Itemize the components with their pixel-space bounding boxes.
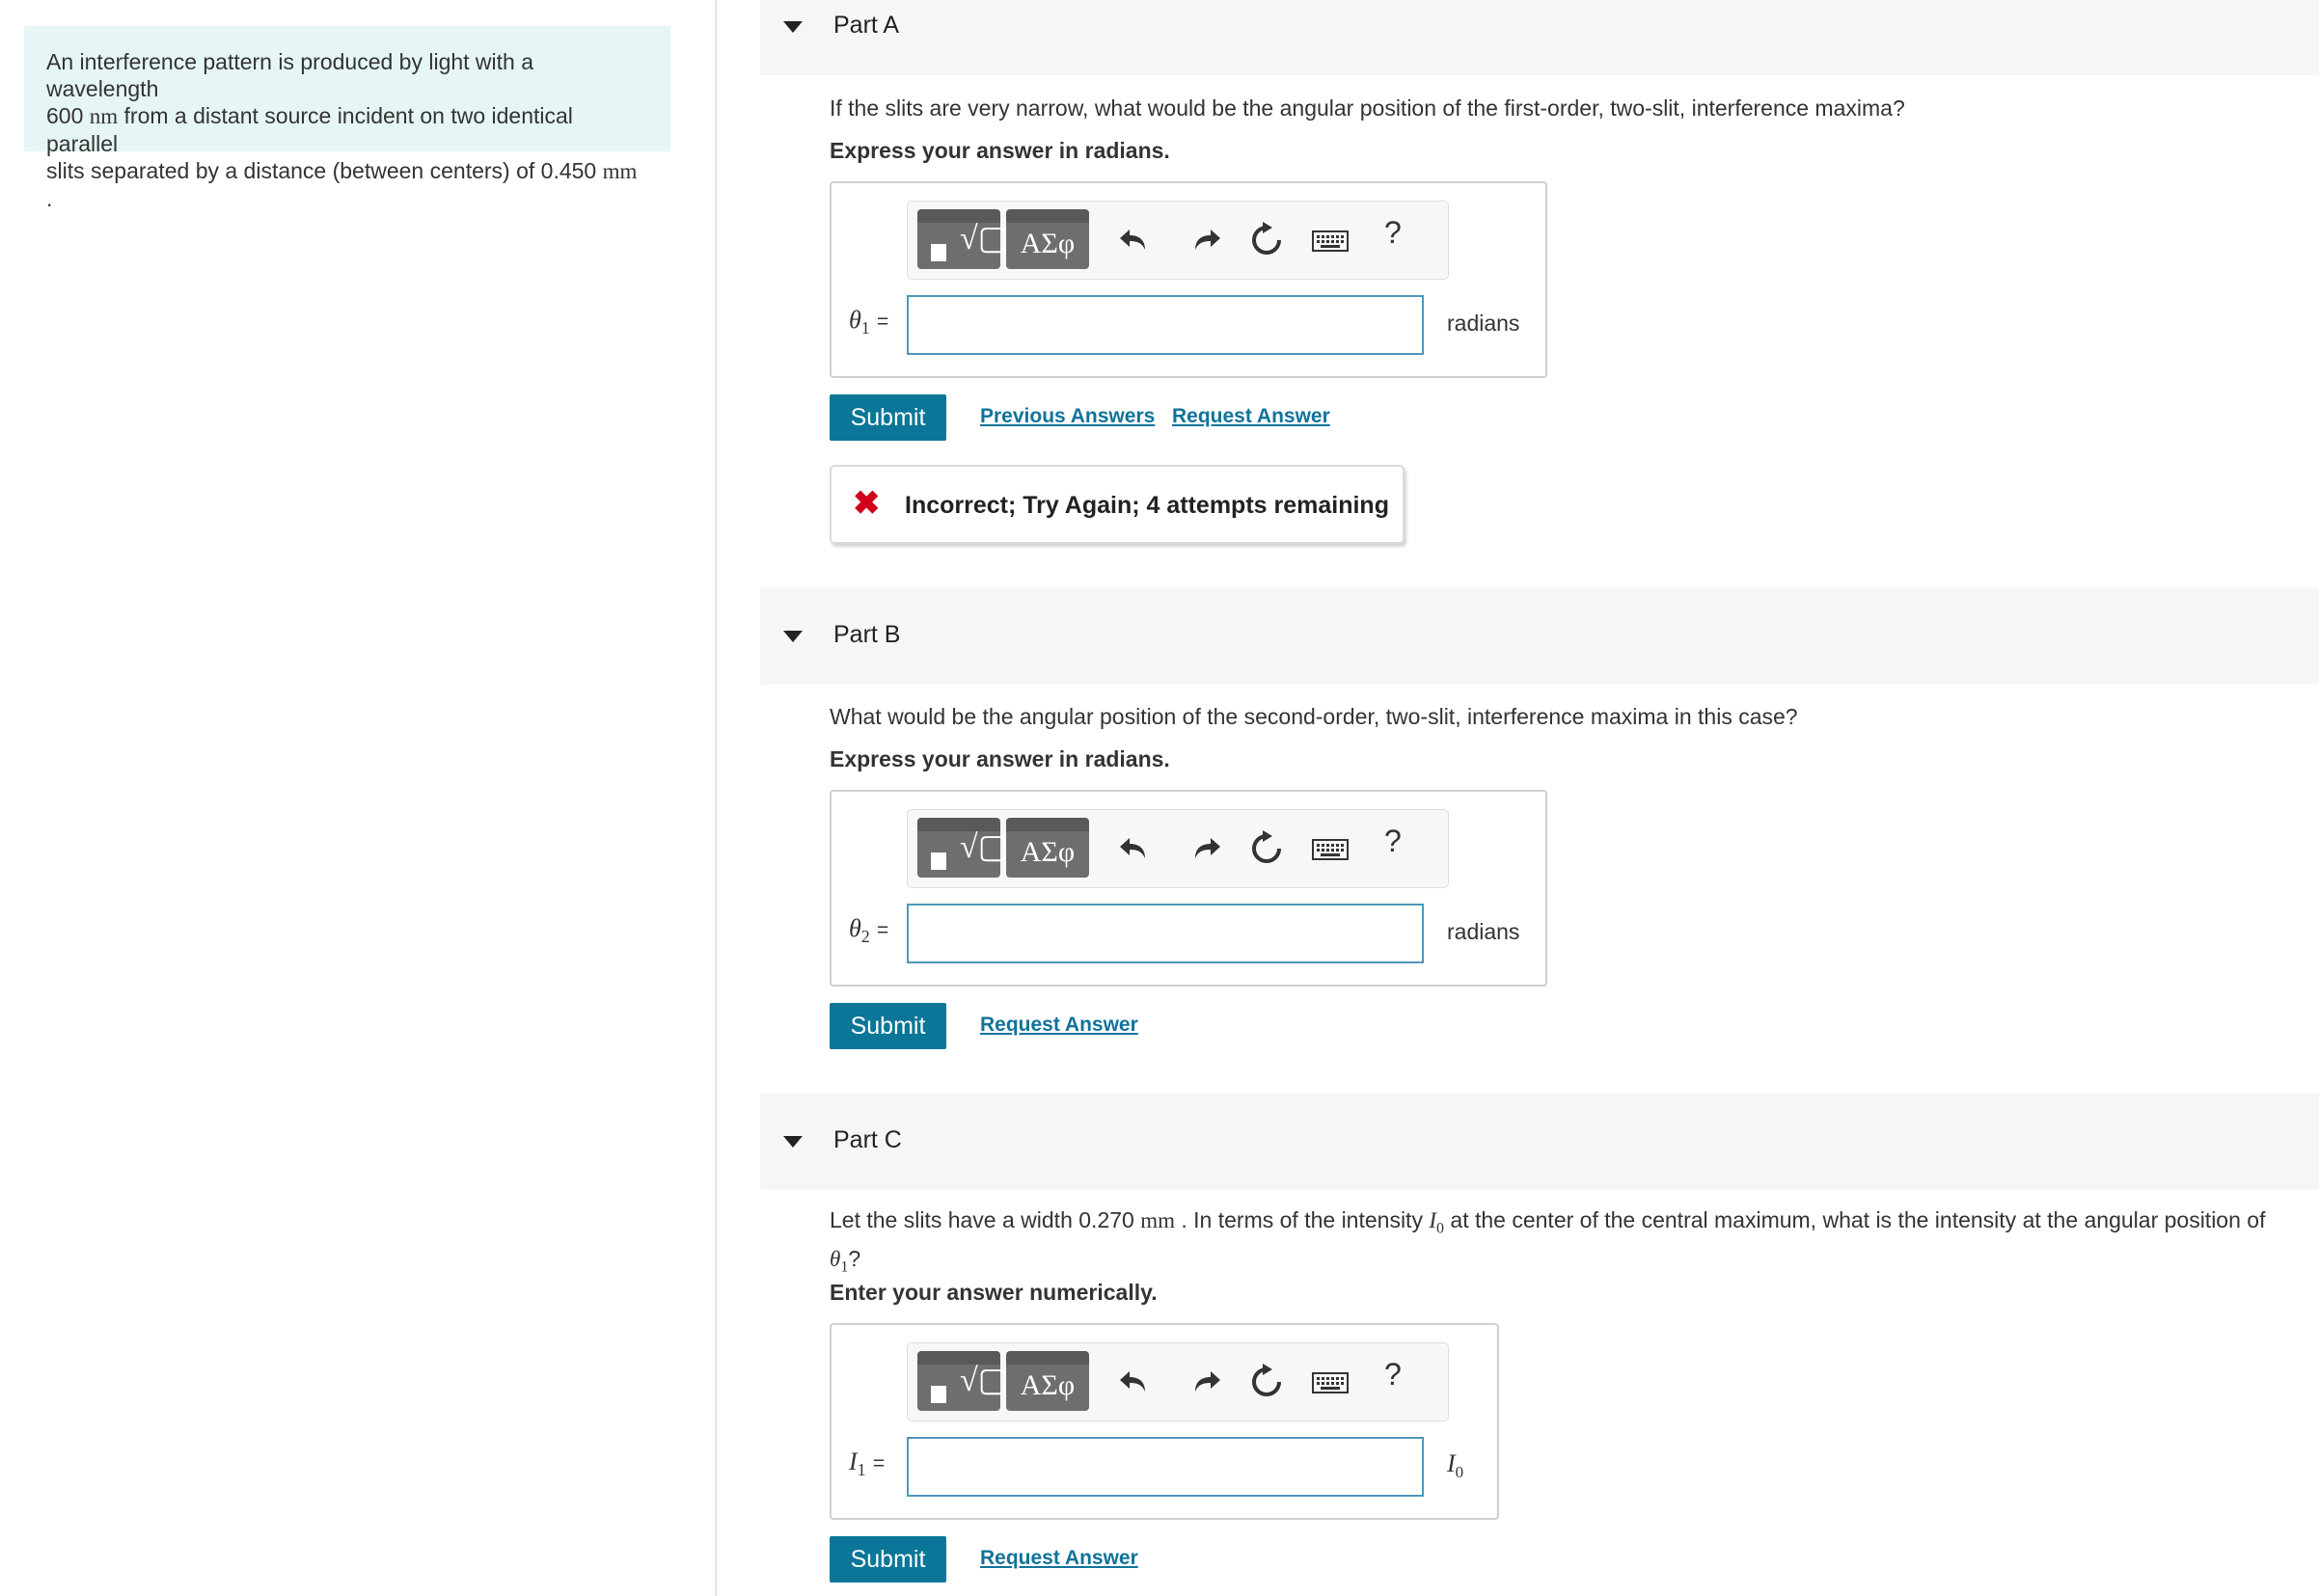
slit-separation-value: 0.450 — [540, 158, 597, 183]
submit-button[interactable]: Submit — [830, 1003, 946, 1049]
keyboard-icon[interactable] — [1309, 219, 1351, 261]
part-title: Part B — [833, 621, 901, 648]
intro-text: slits separated by a distance (between c… — [46, 158, 535, 183]
collapse-caret-icon[interactable] — [783, 631, 803, 642]
reset-icon[interactable] — [1245, 827, 1288, 870]
help-button[interactable]: ? — [1384, 215, 1402, 251]
request-answer-link[interactable]: Request Answer — [1172, 405, 1330, 428]
redo-icon[interactable] — [1182, 1361, 1224, 1403]
help-button[interactable]: ? — [1384, 1357, 1402, 1393]
part-b-instruction: Express your answer in radians. — [830, 746, 1170, 771]
keyboard-icon[interactable] — [1309, 1361, 1351, 1403]
part-c-header[interactable]: Part C — [760, 1094, 2319, 1190]
answer-unit: radians — [1447, 919, 1520, 944]
wavelength-unit: nm — [89, 104, 119, 128]
part-title: Part A — [833, 12, 900, 39]
fraction-root-icon[interactable]: √▢ — [917, 818, 1009, 878]
feedback-message: Incorrect; Try Again; 4 attempts remaini… — [905, 492, 1389, 519]
answer-input[interactable] — [907, 904, 1424, 963]
submit-button[interactable]: Submit — [830, 1536, 946, 1582]
part-b-header[interactable]: Part B — [760, 588, 2319, 685]
fraction-root-icon[interactable]: √▢ — [917, 1351, 1009, 1411]
undo-icon[interactable] — [1116, 1361, 1159, 1403]
part-b-answer-box: √▢ ΑΣφ ? θ2 = radians — [830, 790, 1547, 987]
part-a-question: If the slits are very narrow, what would… — [830, 95, 1905, 121]
answer-input[interactable] — [907, 295, 1424, 355]
collapse-caret-icon[interactable] — [783, 21, 803, 33]
problem-intro: An interference pattern is produced by l… — [24, 26, 670, 211]
math-toolbar: √▢ ΑΣφ ? — [907, 809, 1449, 888]
intro-text: An interference pattern is produced by l… — [46, 49, 534, 101]
part-title: Part C — [833, 1126, 902, 1153]
answer-variable-label: θ2 = — [849, 914, 889, 947]
answer-unit: radians — [1447, 311, 1520, 336]
submit-button[interactable]: Submit — [830, 394, 946, 441]
request-answer-link[interactable]: Request Answer — [980, 1547, 1138, 1570]
answer-input[interactable] — [907, 1437, 1424, 1497]
fraction-root-icon[interactable]: √▢ — [917, 209, 1009, 269]
part-c-question: Let the slits have a width 0.270 mm . In… — [830, 1207, 2266, 1276]
part-a-instruction: Express your answer in radians. — [830, 138, 1170, 163]
previous-answers-link[interactable]: Previous Answers — [980, 405, 1155, 428]
slit-separation-unit: mm — [602, 159, 638, 183]
undo-icon[interactable] — [1116, 219, 1159, 261]
answer-variable-label: θ1 = — [849, 306, 889, 338]
intro-text: from a distant source incident on two id… — [46, 103, 573, 156]
incorrect-x-icon: ✖ — [853, 485, 881, 522]
math-toolbar: √▢ ΑΣφ ? — [907, 1342, 1449, 1421]
keyboard-icon[interactable] — [1309, 827, 1351, 870]
answer-variable-label: I1 = — [849, 1447, 886, 1480]
help-button[interactable]: ? — [1384, 824, 1402, 859]
answer-unit: I0 — [1447, 1449, 1464, 1482]
column-divider — [715, 0, 717, 1596]
greek-letters-button[interactable]: ΑΣφ — [1006, 209, 1089, 269]
wavelength-value: 600 — [46, 103, 84, 128]
reset-icon[interactable] — [1245, 219, 1288, 261]
math-toolbar: √▢ ΑΣφ ? — [907, 201, 1449, 280]
collapse-caret-icon[interactable] — [783, 1136, 803, 1148]
request-answer-link[interactable]: Request Answer — [980, 1014, 1138, 1037]
greek-letters-button[interactable]: ΑΣφ — [1006, 818, 1089, 878]
greek-letters-button[interactable]: ΑΣφ — [1006, 1351, 1089, 1411]
reset-icon[interactable] — [1245, 1361, 1288, 1403]
redo-icon[interactable] — [1182, 219, 1224, 261]
part-a-answer-box: √▢ ΑΣφ ? θ1 = radians — [830, 181, 1547, 378]
part-c-answer-box: √▢ ΑΣφ ? I1 = I0 — [830, 1323, 1499, 1520]
intro-text: . — [46, 186, 53, 211]
undo-icon[interactable] — [1116, 827, 1159, 870]
part-a-header[interactable]: Part A — [760, 0, 2319, 75]
feedback-box: ✖ Incorrect; Try Again; 4 attempts remai… — [830, 465, 1405, 544]
redo-icon[interactable] — [1182, 827, 1224, 870]
part-c-instruction: Enter your answer numerically. — [830, 1280, 1158, 1305]
part-b-question: What would be the angular position of th… — [830, 704, 1798, 729]
